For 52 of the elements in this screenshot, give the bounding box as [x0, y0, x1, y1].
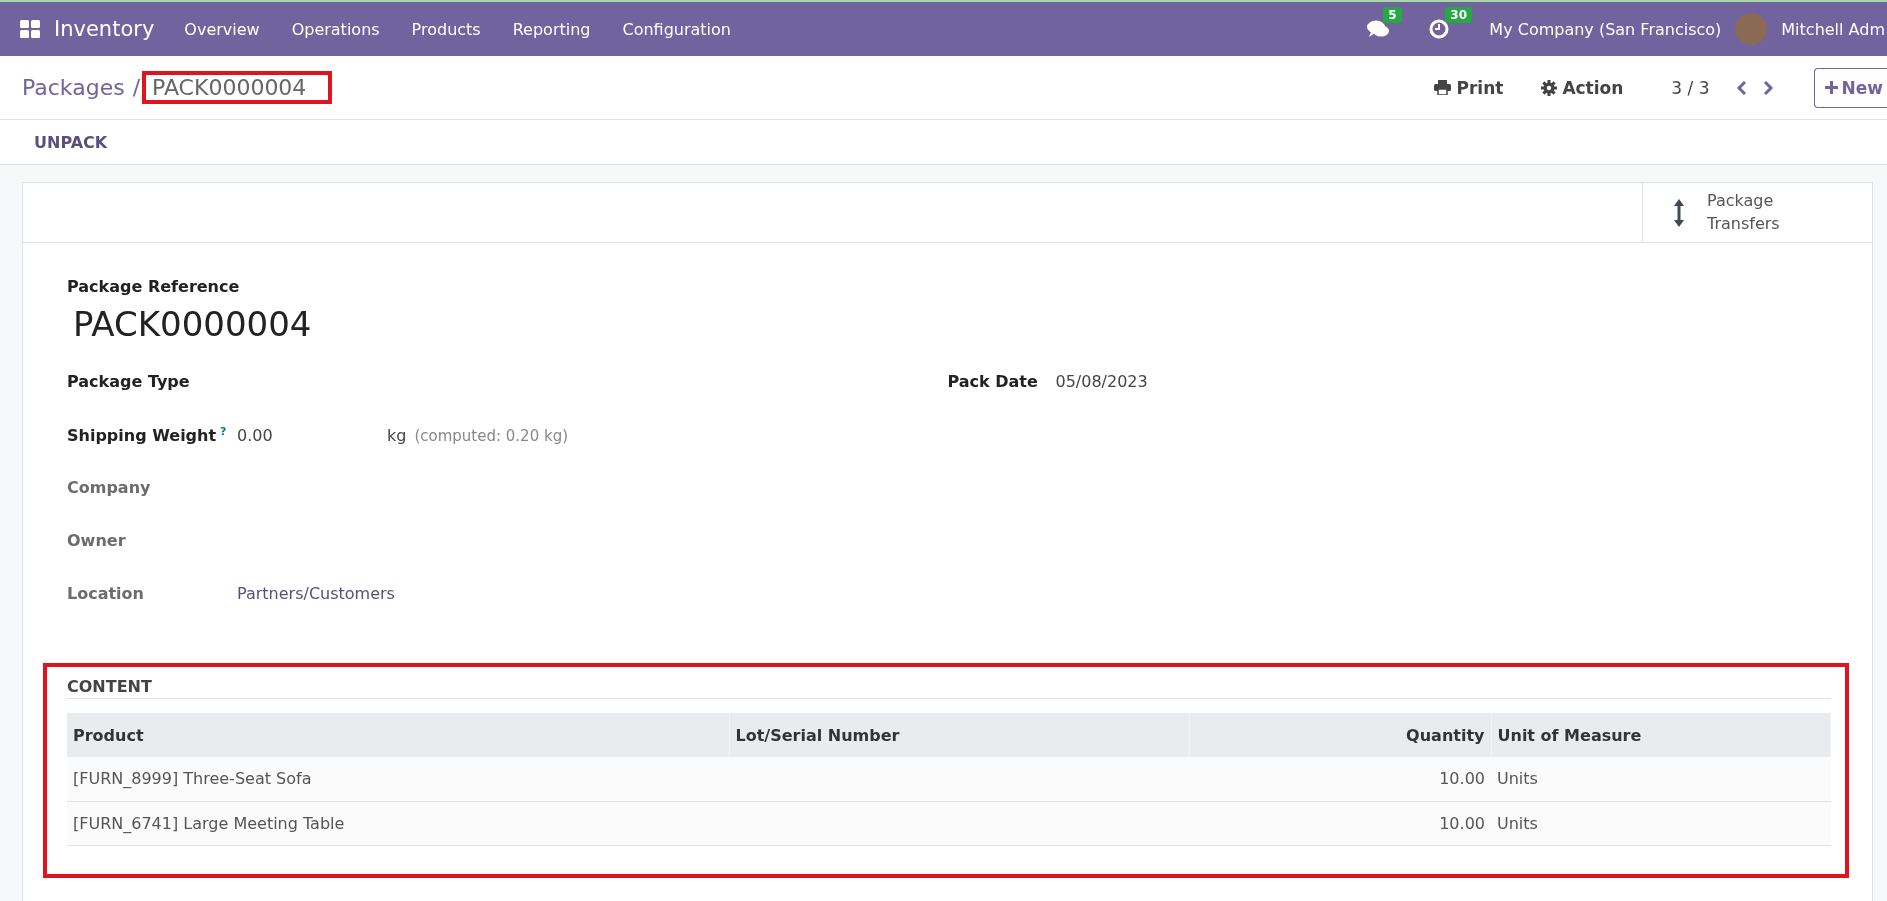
field-label: Shipping Weight $^{?}$ [67, 425, 228, 446]
menu-item[interactable]: Products [411, 19, 481, 39]
breadcrumb-separator: / [132, 75, 141, 100]
field-label: Location [67, 584, 145, 603]
next-button[interactable] [1761, 79, 1774, 96]
menu-item[interactable]: Configuration [622, 19, 731, 39]
field-value[interactable]: Partners/Customers [237, 584, 395, 603]
column-header[interactable]: Lot/Serial Number [729, 713, 1189, 757]
table-cell: Units [1491, 801, 1831, 845]
package-reference-value: PACK0000004 [73, 304, 313, 344]
field-label: Owner [67, 531, 127, 550]
field-value[interactable]: 05/08/2023 [1055, 372, 1148, 391]
user-name[interactable]: Mitchell Adm [1781, 19, 1885, 39]
message-count-badge: 5 [1383, 7, 1402, 23]
table-cell: [FURN_6741] Large Meeting Table [67, 801, 729, 845]
unit-label: kg [387, 426, 407, 446]
app-name: Inventory [54, 17, 155, 41]
vertical-arrows-icon [1673, 197, 1685, 228]
column-header[interactable]: Product [67, 713, 729, 757]
field-value[interactable]: 0.00 [237, 426, 387, 446]
apps-menu-icon[interactable] [20, 20, 40, 38]
breadcrumb-link[interactable]: Packages [22, 75, 125, 100]
clock-icon[interactable] [1429, 19, 1450, 39]
plus-icon [1824, 81, 1838, 94]
breadcrumb-current: PACK0000004 [152, 75, 307, 100]
activity-count-badge: 30 [1445, 7, 1473, 23]
field-label: Pack Date [947, 372, 1039, 391]
new-button[interactable]: New [1813, 67, 1887, 108]
section-title: CONTENT [67, 677, 1831, 699]
menu-item[interactable]: Overview [184, 19, 260, 39]
action-button[interactable]: Action [1535, 76, 1630, 99]
table-cell: [FURN_8999] Three-Seat Sofa [67, 757, 729, 801]
help-tooltip-icon[interactable]: ? [220, 425, 227, 438]
chat-icon[interactable] [1367, 19, 1390, 39]
table-cell: Units [1491, 757, 1831, 801]
gear-icon [1541, 79, 1558, 96]
table-cell: 10.00 [1189, 757, 1491, 801]
computed-weight-note: (computed: 0.20 kg) [414, 427, 569, 446]
pager-counter: 3 / 3 [1671, 77, 1710, 98]
previous-button[interactable] [1735, 79, 1748, 96]
table-cell: 10.00 [1189, 801, 1491, 845]
field-label: Package Type [67, 372, 191, 391]
menu-item[interactable]: Reporting [512, 19, 591, 39]
column-header[interactable]: Unit of Measure [1491, 713, 1831, 757]
menu-item[interactable]: Operations [291, 19, 380, 39]
print-button[interactable]: Print [1428, 76, 1510, 99]
printer-icon [1434, 80, 1452, 95]
column-header[interactable]: Quantity [1189, 713, 1491, 757]
company-switcher[interactable]: My Company (San Francisco) [1489, 19, 1722, 39]
field-label: Company [67, 478, 152, 497]
field-label: Package Reference [67, 277, 241, 296]
unpack-button[interactable]: UNPACK [34, 132, 108, 152]
